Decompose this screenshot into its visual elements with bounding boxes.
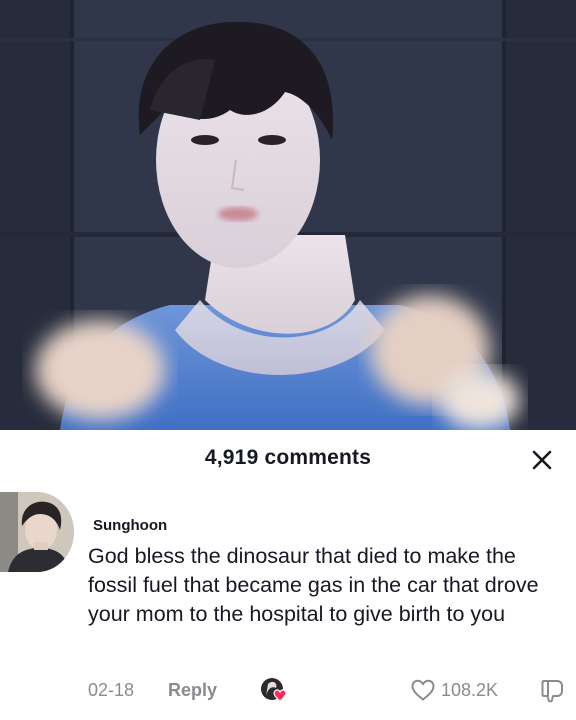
comment-count: 4,919 comments	[204, 446, 372, 469]
comments-sheet: 4,919 comments Sunghoon God bless the di…	[0, 430, 576, 720]
avatar[interactable]	[0, 492, 74, 572]
video-frame[interactable]	[0, 0, 576, 430]
comment-text: God bless the dinosaur that died to make…	[88, 544, 539, 626]
comment-username[interactable]: Sunghoon	[93, 517, 167, 534]
comment-date: 02-18	[88, 680, 135, 700]
video-still	[0, 0, 576, 430]
like-count: 108.2K	[441, 680, 499, 700]
comment-meta: 02-18 Reply 108.2K	[88, 676, 568, 706]
creator-liked-badge	[260, 676, 290, 704]
reply-button[interactable]: Reply	[168, 680, 217, 701]
comments-header: 4,919 comments	[0, 430, 576, 490]
like-button[interactable]: 108.2K	[410, 676, 530, 706]
dislike-icon[interactable]	[539, 677, 567, 705]
heart-icon	[410, 678, 436, 707]
comment-item: Sunghoon God bless the dinosaur that die…	[0, 490, 576, 720]
close-icon[interactable]	[526, 444, 558, 476]
